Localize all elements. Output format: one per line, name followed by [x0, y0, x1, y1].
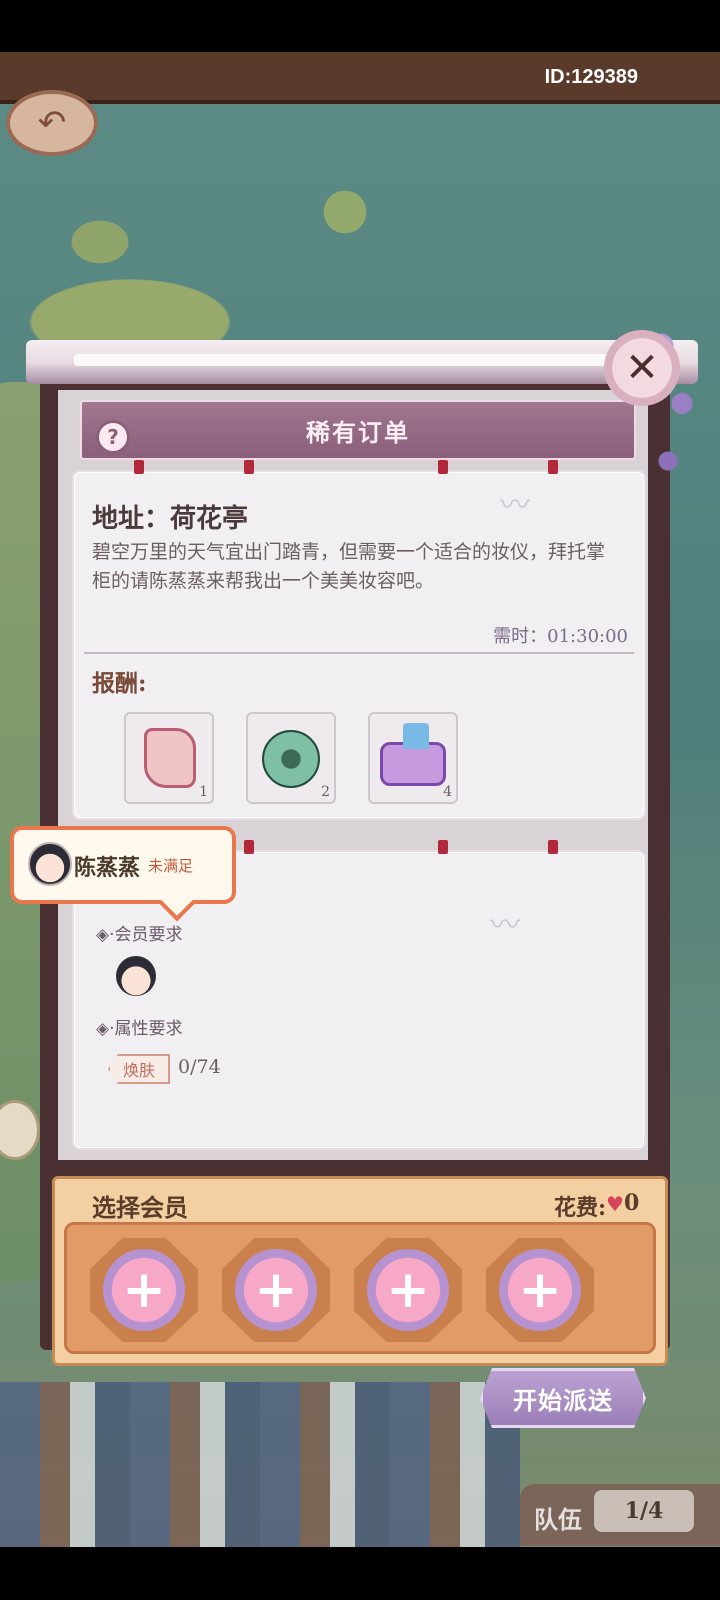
team-label: 队伍: [534, 1505, 582, 1534]
diamond-bullet-icon: ◈·: [96, 1019, 115, 1039]
attribute-tag: 焕肤: [108, 1054, 170, 1084]
member-status: 未满足: [148, 857, 194, 875]
back-button[interactable]: ↶: [6, 90, 98, 156]
member-requirement-label: 会员要求: [114, 925, 183, 945]
reward-item-slot[interactable]: 1: [124, 712, 214, 804]
order-address: 地址：荷花亭: [92, 504, 249, 534]
reward-count: 1: [199, 784, 208, 800]
select-member-title: 选择会员: [92, 1193, 188, 1222]
panel-top-rail: [26, 340, 698, 384]
reward-item-slot[interactable]: 4: [368, 712, 458, 804]
attribute-requirement-label: 属性要求: [114, 1019, 183, 1039]
status-bar: [0, 0, 720, 52]
question-icon: ?: [107, 425, 119, 449]
paper-item-icon: [144, 728, 196, 788]
start-delivery-label: 开始派送: [513, 1385, 613, 1415]
reward-label: 报酬:: [92, 670, 147, 697]
cost-label: 花费:: [554, 1195, 607, 1221]
pin-decor-icon: [244, 840, 254, 854]
pin-decor-icon: [438, 460, 448, 474]
cost-value: 0: [624, 1190, 640, 1216]
navigation-bar: [0, 1547, 720, 1600]
plus-icon: +: [235, 1249, 317, 1331]
member-name: 陈蒸蒸: [74, 855, 141, 881]
team-count: 1/4: [594, 1490, 694, 1532]
order-title: 稀有订单: [306, 417, 410, 447]
order-title-bar: 稀有订单: [80, 400, 636, 460]
start-delivery-button[interactable]: 开始派送: [480, 1368, 646, 1428]
member-requirement-heading: ◈·会员要求: [96, 920, 182, 945]
reward-count: 2: [321, 784, 330, 800]
close-button[interactable]: ✕: [604, 330, 680, 406]
pin-decor-icon: [438, 840, 448, 854]
pin-decor-icon: [134, 460, 144, 474]
plus-icon: +: [103, 1249, 185, 1331]
reward-count: 4: [443, 784, 452, 800]
order-description: 碧空万里的天气宜出门踏青，但需要一个适合的妆仪，拜托掌柜的请陈蒸蒸来帮我出一个美…: [92, 541, 606, 592]
required-member-avatar[interactable]: [116, 956, 156, 996]
upgrade-item-icon: [380, 723, 446, 786]
diamond-bullet-icon: ◈·: [96, 925, 115, 945]
jade-item-icon: [262, 730, 320, 788]
pin-decor-icon: [548, 460, 558, 474]
back-arrow-icon: ↶: [37, 103, 67, 143]
top-bar: ID:129389: [0, 52, 720, 104]
bamboo-decor-icon: 〰: [500, 488, 530, 523]
reward-item-slot[interactable]: 2: [246, 712, 336, 804]
heart-icon: ♥: [606, 1192, 624, 1216]
pin-decor-icon: [244, 460, 254, 474]
player-id: ID:129389: [544, 66, 638, 88]
plus-icon: +: [367, 1249, 449, 1331]
member-avatar: [28, 842, 72, 886]
divider: [84, 652, 634, 654]
help-button[interactable]: ?: [96, 420, 130, 454]
town-buildings: [0, 1382, 520, 1547]
order-time: 需时：01:30:00: [493, 626, 628, 647]
member-tooltip: 陈蒸蒸 未满足: [10, 826, 236, 904]
close-icon: ✕: [625, 345, 659, 391]
plus-icon: +: [499, 1249, 581, 1331]
attribute-progress: 0/74: [178, 1056, 221, 1078]
team-count-text: 1/4: [624, 1498, 664, 1524]
attribute-requirement-heading: ◈·属性要求: [96, 1014, 182, 1039]
bamboo-decor-icon: 〰: [490, 908, 520, 943]
pin-decor-icon: [548, 840, 558, 854]
